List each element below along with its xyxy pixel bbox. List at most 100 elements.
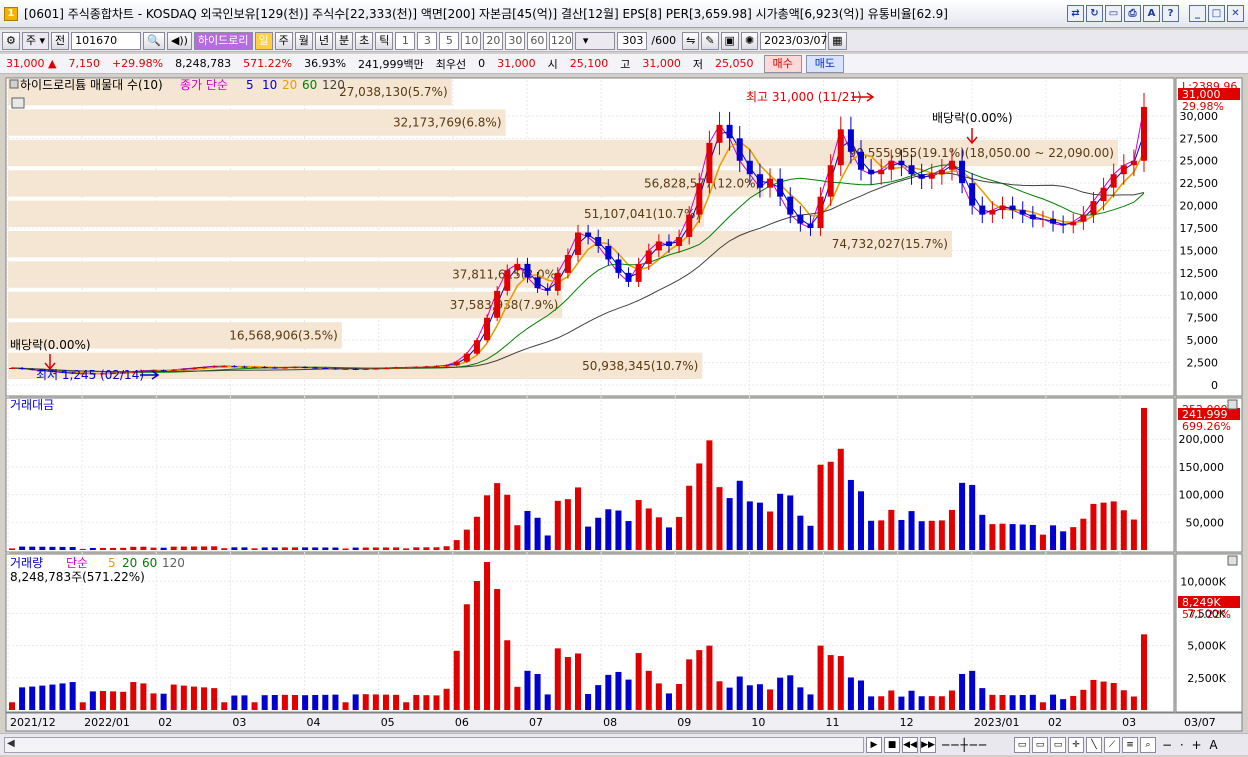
- price-tick-label: 5,000: [1187, 334, 1219, 347]
- table-icon[interactable]: [11, 97, 25, 109]
- settings-icon[interactable]: ✺: [740, 31, 759, 50]
- chart-area[interactable]: 50,938,345(10.7%) 16,568,906(3.5%) 37,583,…: [0, 76, 1248, 732]
- calendar-icon[interactable]: ▦: [828, 31, 847, 50]
- chart-canvas[interactable]: 50,938,345(10.7%)16,568,906(3.5%)37,583,…: [0, 76, 1248, 732]
- period-button-day[interactable]: 일: [254, 31, 273, 50]
- volume-bar: [1100, 681, 1107, 710]
- zoom-search-icon[interactable]: ⌕: [1140, 736, 1156, 753]
- legend-ma-120: 120: [322, 78, 345, 92]
- candle: [180, 368, 187, 370]
- zoom-controls[interactable]: − · + A: [1162, 738, 1220, 752]
- volume-bar: [655, 683, 662, 710]
- sell-button[interactable]: 매도: [805, 54, 845, 73]
- maximize-button[interactable]: □: [1208, 5, 1225, 22]
- volume-bar: [49, 684, 56, 710]
- link-icon[interactable]: ⇄: [1067, 5, 1084, 22]
- best-price: 31,000: [497, 57, 536, 70]
- candle: [382, 367, 389, 369]
- volume-tick-label: 5,000K: [1187, 640, 1226, 653]
- period-button-second[interactable]: 초: [355, 31, 374, 50]
- amount-bar: [615, 510, 622, 550]
- title-bar: 1 [0601] 주식종합차트 - KOSDAQ 외국인보유[129(천)] 주…: [0, 0, 1248, 28]
- minute-button-30[interactable]: 30: [505, 31, 526, 50]
- screen-icon[interactable]: ▭: [1105, 5, 1122, 22]
- legend-volume[interactable]: 거래량: [10, 556, 43, 570]
- legend-ma[interactable]: 종가 단순: [180, 78, 228, 92]
- print-icon[interactable]: ⎙: [1124, 5, 1141, 22]
- line-tool-icon[interactable]: ╲: [1086, 736, 1102, 753]
- refresh-icon[interactable]: ↻: [1086, 5, 1103, 22]
- rewind-icon[interactable]: ◀◀: [902, 736, 918, 753]
- price-tick-label: 7,500: [1187, 312, 1219, 325]
- price-tick-label: 27,500: [1180, 132, 1219, 145]
- period-button-month[interactable]: 월: [294, 31, 313, 50]
- period-select[interactable]: 주 ▾: [21, 31, 50, 50]
- draw-tool-icon[interactable]: ✎: [701, 31, 719, 50]
- font-icon[interactable]: A: [1143, 5, 1160, 22]
- minute-button-120[interactable]: 120: [549, 31, 574, 50]
- volume-bar: [767, 689, 774, 710]
- amount-bar: [322, 547, 329, 550]
- minute-button-1[interactable]: 1: [395, 31, 416, 50]
- minute-button-60[interactable]: 60: [527, 31, 548, 50]
- date-tick-label: 03: [1122, 716, 1136, 729]
- minute-button-5[interactable]: 5: [439, 31, 460, 50]
- trend-tool-icon[interactable]: ⟋: [1104, 736, 1120, 753]
- prev-button[interactable]: 전: [51, 31, 70, 50]
- candle: [332, 368, 339, 370]
- play-icon[interactable]: ▶: [866, 736, 882, 753]
- help-icon[interactable]: ?: [1162, 5, 1179, 22]
- volume-bar: [1019, 695, 1026, 710]
- chart-type-icon[interactable]: ⇋: [682, 31, 700, 50]
- date-input[interactable]: 2023/03/07: [760, 31, 828, 50]
- period-button-week[interactable]: 주: [274, 31, 293, 50]
- volume-bar: [544, 694, 551, 710]
- price-change: 7,150: [68, 57, 100, 70]
- amount-bar: [665, 527, 672, 550]
- candle: [615, 259, 622, 273]
- period-button-year[interactable]: 년: [314, 31, 334, 50]
- legend-profile[interactable]: 하이드로리튬 매물대 수(10): [20, 78, 163, 92]
- custom-period-select[interactable]: ▾: [575, 31, 616, 50]
- save-icon[interactable]: ▣: [720, 31, 739, 50]
- stop-icon[interactable]: ■: [884, 736, 900, 753]
- volume-panel-close-icon[interactable]: [1227, 555, 1238, 566]
- period-button-tick[interactable]: 틱: [375, 31, 394, 50]
- amount-bar: [372, 547, 379, 550]
- candle: [170, 369, 177, 371]
- speaker-icon[interactable]: ◀)): [166, 31, 192, 50]
- candle: [1080, 214, 1087, 222]
- zoom-slider[interactable]: ──┼──: [942, 738, 1012, 752]
- amount-bar: [463, 529, 470, 550]
- crosshair-icon[interactable]: ✛: [1068, 736, 1084, 753]
- chart-scrollbar[interactable]: ◀: [4, 736, 864, 753]
- layout-1-icon[interactable]: ▭: [1014, 736, 1030, 753]
- forward-icon[interactable]: ▶▶: [920, 736, 936, 753]
- amount-bar: [797, 515, 804, 550]
- candle: [595, 237, 602, 246]
- minute-button-3[interactable]: 3: [417, 31, 438, 50]
- chart-config-icon[interactable]: ⚙: [2, 31, 20, 50]
- volume-bar: [898, 696, 905, 710]
- close-button[interactable]: ✕: [1227, 5, 1244, 22]
- amount-bar: [342, 548, 349, 550]
- buy-button[interactable]: 매수: [763, 54, 802, 73]
- layout-3-icon[interactable]: ▭: [1050, 736, 1066, 753]
- stock-name-button[interactable]: 하이드로리: [193, 31, 253, 50]
- volume-bar: [918, 696, 925, 710]
- legend-amount[interactable]: 거래대금: [10, 398, 54, 412]
- candle: [352, 368, 359, 370]
- layout-2-icon[interactable]: ▭: [1032, 736, 1048, 753]
- minimize-button[interactable]: _: [1189, 5, 1206, 22]
- fibo-tool-icon[interactable]: ≡: [1122, 736, 1138, 753]
- amount-bar: [291, 547, 299, 550]
- amount-panel-close-icon[interactable]: [1227, 399, 1238, 410]
- minute-button-20[interactable]: 20: [483, 31, 504, 50]
- search-icon[interactable]: 🔍: [143, 31, 165, 50]
- data-count-input[interactable]: 303: [617, 31, 648, 50]
- stock-code-input[interactable]: 101670: [71, 31, 142, 50]
- period-button-minute[interactable]: 분: [335, 31, 354, 50]
- amount-bar: [706, 440, 713, 550]
- minute-button-10[interactable]: 10: [461, 31, 482, 50]
- scroll-left-icon[interactable]: ◀: [7, 738, 15, 749]
